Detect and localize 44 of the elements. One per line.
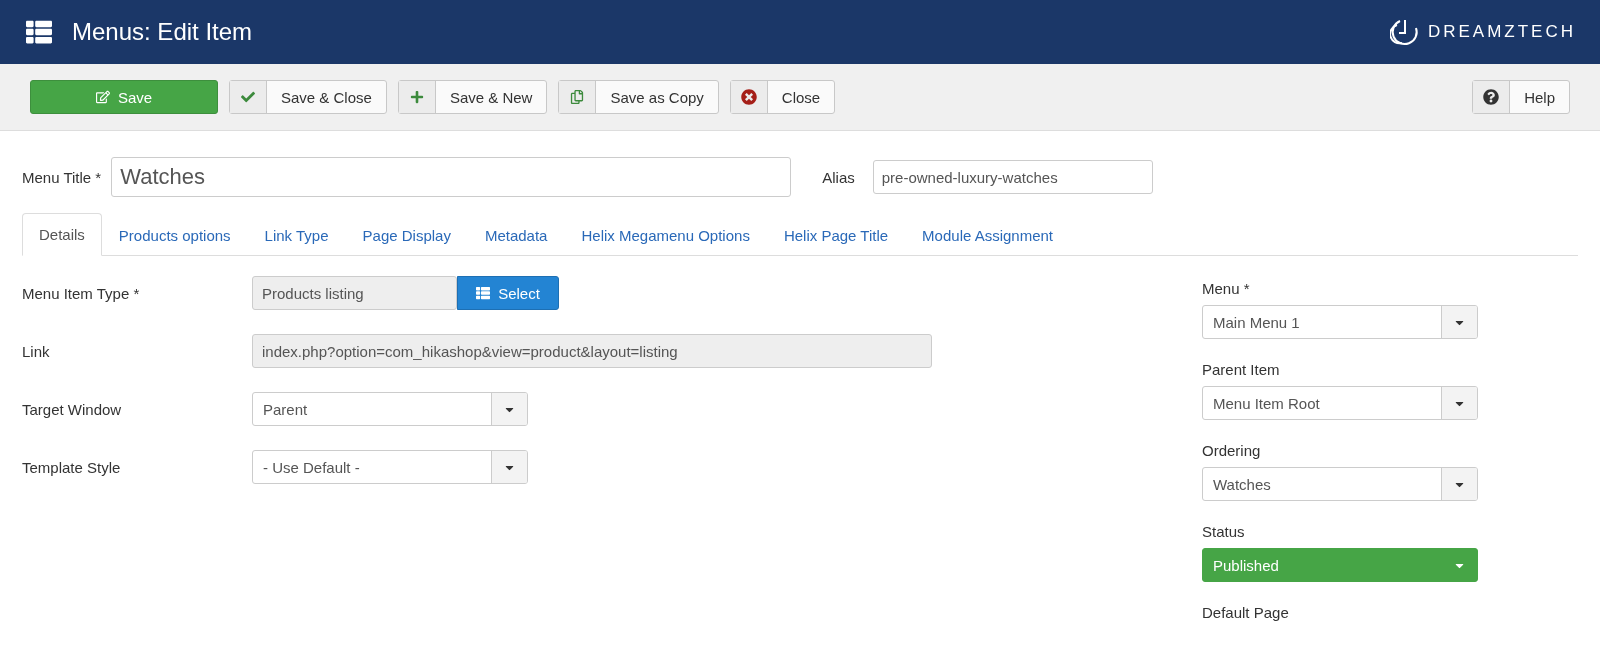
field-label: Status bbox=[1202, 523, 1246, 540]
help-icon bbox=[1483, 89, 1500, 105]
list-icon bbox=[476, 286, 491, 300]
field-label: Link bbox=[22, 342, 51, 360]
alias-input[interactable]: pre-owned-luxury-watches bbox=[872, 160, 1153, 194]
logo-text: DREAMZTECH bbox=[1427, 22, 1576, 42]
tab[interactable]: Link Type bbox=[247, 213, 346, 256]
toolbar-button[interactable]: Close bbox=[729, 80, 836, 114]
check-icon bbox=[241, 90, 255, 104]
field-label: Menu Title * bbox=[22, 168, 102, 186]
select-dropdown[interactable]: Watches bbox=[1202, 467, 1478, 501]
select-dropdown[interactable]: Menu Item Root bbox=[1202, 386, 1478, 420]
menu-title-input[interactable]: Watches bbox=[111, 157, 792, 197]
select-button[interactable]: Select bbox=[457, 276, 559, 310]
toolbar-button[interactable]: Save as Copy bbox=[558, 80, 719, 114]
select-dropdown[interactable]: Main Menu 1 bbox=[1202, 305, 1478, 339]
tab[interactable]: Page Display bbox=[345, 213, 468, 256]
toolbar-button[interactable]: Save & New bbox=[397, 80, 548, 114]
select-dropdown[interactable]: - Use Default - bbox=[252, 450, 528, 484]
tab[interactable]: Helix Megamenu Options bbox=[564, 213, 767, 256]
field-label: Alias bbox=[822, 168, 855, 186]
field-label: Menu * bbox=[1202, 280, 1251, 297]
field-label: Ordering bbox=[1202, 442, 1262, 459]
page-title: Menus: Edit Item bbox=[72, 18, 254, 46]
link-field: index.php?option=com_hikashop&view=product&layout=listing bbox=[252, 334, 932, 368]
tab[interactable]: Module Assignment bbox=[905, 213, 1070, 256]
edit-icon bbox=[95, 90, 110, 104]
tab[interactable]: Helix Page Title bbox=[766, 213, 906, 256]
tab[interactable]: Metadata bbox=[467, 213, 565, 256]
plus-icon bbox=[409, 90, 424, 104]
close-icon bbox=[740, 89, 757, 105]
tab[interactable]: Products options bbox=[101, 213, 248, 256]
tab[interactable]: Details bbox=[22, 213, 102, 256]
field-label: Default Page bbox=[1202, 604, 1290, 621]
menu-list-icon bbox=[26, 19, 52, 45]
field-label: Template Style bbox=[22, 458, 122, 476]
toolbar-button[interactable]: Save & Close bbox=[229, 80, 387, 114]
menu-type-field: Products listing bbox=[252, 276, 457, 310]
field-label: Target Window bbox=[22, 400, 123, 418]
copy-icon bbox=[570, 90, 585, 104]
field-label: Parent Item bbox=[1202, 361, 1281, 378]
select-dropdown[interactable]: Parent bbox=[252, 392, 528, 426]
field-label: Menu Item Type * bbox=[22, 284, 141, 302]
help-button[interactable]: Help bbox=[1472, 80, 1570, 114]
